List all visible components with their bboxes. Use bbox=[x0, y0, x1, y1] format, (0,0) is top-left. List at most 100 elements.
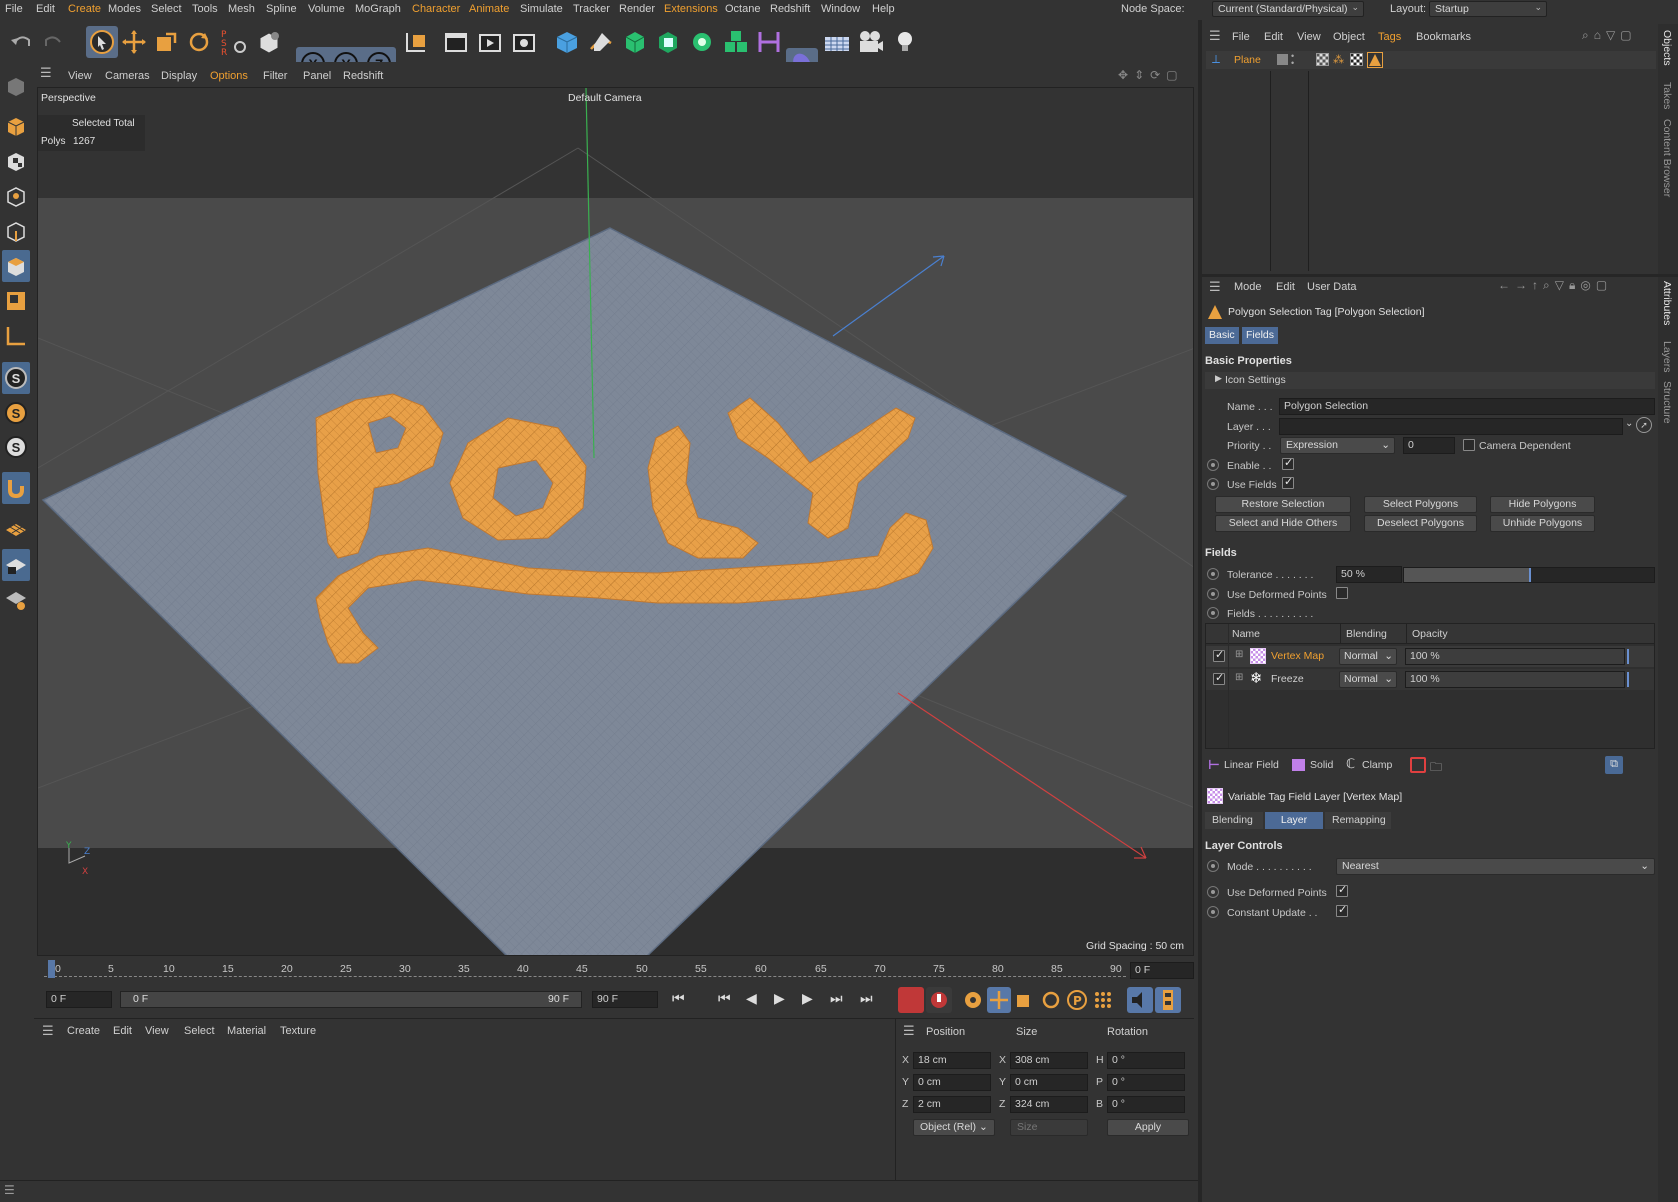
viewport-menu-filter[interactable]: Filter bbox=[263, 70, 287, 82]
scale-tool-button[interactable] bbox=[150, 26, 182, 58]
deselect-polygons-button[interactable]: Deselect Polygons bbox=[1364, 515, 1477, 532]
opacity-handle[interactable] bbox=[1627, 672, 1629, 687]
coord-size-z-field[interactable]: 324 cm bbox=[1010, 1096, 1088, 1113]
tab-layer[interactable]: Layer bbox=[1265, 812, 1323, 829]
arrow-left-icon[interactable]: ← bbox=[1498, 278, 1515, 292]
next-frame-icon[interactable]: ▶ bbox=[802, 990, 813, 1007]
orbit-icon[interactable]: ⟳ bbox=[1150, 68, 1166, 82]
side-tab-objects[interactable]: Objects bbox=[1661, 30, 1673, 66]
coord-rot-h-field[interactable]: 0 ° bbox=[1107, 1052, 1185, 1069]
menu-mograph[interactable]: MoGraph bbox=[355, 3, 401, 15]
camera-button[interactable] bbox=[855, 26, 887, 58]
priority-dropdown[interactable]: Expression ⌄ bbox=[1280, 437, 1395, 454]
tweak-mode-button[interactable] bbox=[2, 472, 30, 504]
timeline-settings-button[interactable] bbox=[1155, 987, 1181, 1013]
start-frame-field[interactable]: 0 F bbox=[46, 991, 112, 1008]
material-menu-select[interactable]: Select bbox=[184, 1025, 215, 1037]
priority-number-field[interactable]: 0 bbox=[1403, 437, 1455, 454]
snap-grid-button[interactable]: S bbox=[2, 431, 30, 463]
new-window-icon[interactable]: ▢ bbox=[1620, 28, 1636, 42]
mograph-button[interactable] bbox=[720, 26, 752, 58]
side-tab-layers[interactable]: Layers bbox=[1661, 341, 1673, 373]
clamp-field-button[interactable]: ℂ Clamp bbox=[1343, 756, 1405, 775]
mode-animate-radio[interactable] bbox=[1207, 860, 1219, 872]
menu-render[interactable]: Render bbox=[619, 3, 655, 15]
constant-update-checkbox[interactable] bbox=[1336, 903, 1348, 917]
tolerance-field[interactable]: 50 % bbox=[1336, 566, 1402, 583]
layer-field[interactable] bbox=[1279, 418, 1623, 435]
viewport-menu-display[interactable]: Display bbox=[161, 70, 197, 82]
menu-extensions[interactable]: Extensions bbox=[664, 3, 718, 15]
menu-tracker[interactable]: Tracker bbox=[573, 3, 610, 15]
pan-icon[interactable]: ✥ bbox=[1118, 68, 1134, 82]
select-polygons-button[interactable]: Select Polygons bbox=[1364, 496, 1477, 513]
linear-field-button[interactable]: ⊢ Linear Field bbox=[1205, 757, 1291, 775]
vertex-map-tag-icon[interactable]: ⁂ bbox=[1333, 53, 1344, 66]
side-tab-takes[interactable]: Takes bbox=[1661, 82, 1673, 109]
om-menu-tags[interactable]: Tags bbox=[1378, 31, 1401, 43]
add-folder-icon[interactable]: 🗀︎ bbox=[1430, 758, 1442, 779]
filter-icon[interactable]: ▽ bbox=[1555, 278, 1569, 292]
add-field-object-icon[interactable] bbox=[1410, 757, 1426, 773]
side-tab-content-browser[interactable]: Content Browser bbox=[1661, 119, 1673, 197]
arrow-right-icon[interactable]: → bbox=[1515, 278, 1532, 292]
current-frame-field[interactable]: 0 F bbox=[1130, 962, 1194, 979]
use-deformed-points-2-animate-radio[interactable] bbox=[1207, 886, 1219, 898]
tolerance-slider[interactable] bbox=[1403, 567, 1655, 583]
object-row-plane[interactable]: ⟂ Plane • • ⁂ bbox=[1206, 51, 1656, 69]
name-field[interactable]: Polygon Selection bbox=[1279, 398, 1655, 415]
texture-mode-button[interactable] bbox=[2, 145, 30, 177]
search-icon[interactable]: ⌕ bbox=[1543, 278, 1555, 292]
coord-rot-p-field[interactable]: 0 ° bbox=[1107, 1074, 1185, 1091]
workplane-button[interactable] bbox=[2, 320, 30, 352]
dolly-icon[interactable]: ⇕ bbox=[1134, 68, 1150, 82]
field-blending-dropdown[interactable]: Normal ⌄ bbox=[1339, 671, 1397, 688]
material-menu-material[interactable]: Material bbox=[227, 1025, 266, 1037]
status-menu-icon[interactable]: ☰ bbox=[4, 1183, 15, 1197]
hamburger-icon[interactable]: ☰ bbox=[903, 1023, 915, 1039]
fields-header-blending[interactable]: Blending bbox=[1346, 628, 1387, 640]
points-mode-button[interactable] bbox=[2, 180, 30, 212]
psr-tool-button[interactable]: PSR bbox=[218, 26, 250, 58]
select-and-hide-others-button[interactable]: Select and Hide Others bbox=[1215, 515, 1351, 532]
arrow-up-icon[interactable]: ↑ bbox=[1532, 278, 1543, 292]
restore-selection-button[interactable]: Restore Selection bbox=[1215, 496, 1351, 513]
constant-update-animate-radio[interactable] bbox=[1207, 906, 1219, 918]
lock-icon[interactable]: 🔒︎ bbox=[1569, 278, 1580, 292]
play-icon[interactable]: ▶ bbox=[774, 990, 785, 1007]
cloner-button[interactable] bbox=[686, 26, 718, 58]
field-row-freeze[interactable]: ⊞ ❄ Freeze Normal ⌄ 100 % bbox=[1206, 669, 1654, 690]
next-key-icon[interactable]: ⏭ bbox=[830, 990, 843, 1007]
recent-tools-button[interactable] bbox=[253, 26, 285, 58]
fields-animate-radio[interactable] bbox=[1207, 607, 1219, 619]
menu-spline[interactable]: Spline bbox=[266, 3, 297, 15]
menu-create[interactable]: Create bbox=[68, 3, 101, 15]
hamburger-icon[interactable]: ☰ bbox=[40, 65, 52, 81]
coord-apply-button[interactable]: Apply bbox=[1107, 1119, 1189, 1136]
field-enable-checkbox[interactable] bbox=[1213, 648, 1225, 662]
use-deformed-points-checkbox[interactable] bbox=[1336, 587, 1348, 599]
menu-select[interactable]: Select bbox=[151, 3, 182, 15]
undo-button[interactable] bbox=[5, 26, 37, 58]
om-menu-view[interactable]: View bbox=[1297, 31, 1321, 43]
playhead[interactable] bbox=[48, 960, 55, 978]
tab-blending[interactable]: Blending bbox=[1205, 812, 1263, 829]
goto-start-icon[interactable]: ⏮ bbox=[672, 990, 685, 1007]
menu-octane[interactable]: Octane bbox=[725, 3, 760, 15]
opacity-handle[interactable] bbox=[1627, 649, 1629, 664]
field-enable-checkbox[interactable] bbox=[1213, 671, 1225, 685]
coord-size-x-field[interactable]: 308 cm bbox=[1010, 1052, 1088, 1069]
field-name[interactable]: Vertex Map bbox=[1271, 650, 1324, 662]
key-scale-button[interactable] bbox=[1013, 987, 1037, 1013]
field-opacity-field[interactable]: 100 % bbox=[1405, 648, 1625, 665]
viewport-menu-options[interactable]: Options bbox=[210, 70, 248, 82]
viewport-menu-panel[interactable]: Panel bbox=[303, 70, 331, 82]
material-menu-texture[interactable]: Texture bbox=[280, 1025, 316, 1037]
move-tool-button[interactable] bbox=[118, 26, 150, 58]
attr-menu-mode[interactable]: Mode bbox=[1234, 281, 1262, 293]
menu-animate[interactable]: Animate bbox=[469, 3, 509, 15]
search-icon[interactable]: ⌕ bbox=[1582, 28, 1594, 42]
material-menu-create[interactable]: Create bbox=[67, 1025, 100, 1037]
expand-plus-icon[interactable]: ⊞ bbox=[1235, 672, 1243, 683]
viewport[interactable]: Y Z X Perspective Default Camera Selecte… bbox=[37, 87, 1194, 956]
